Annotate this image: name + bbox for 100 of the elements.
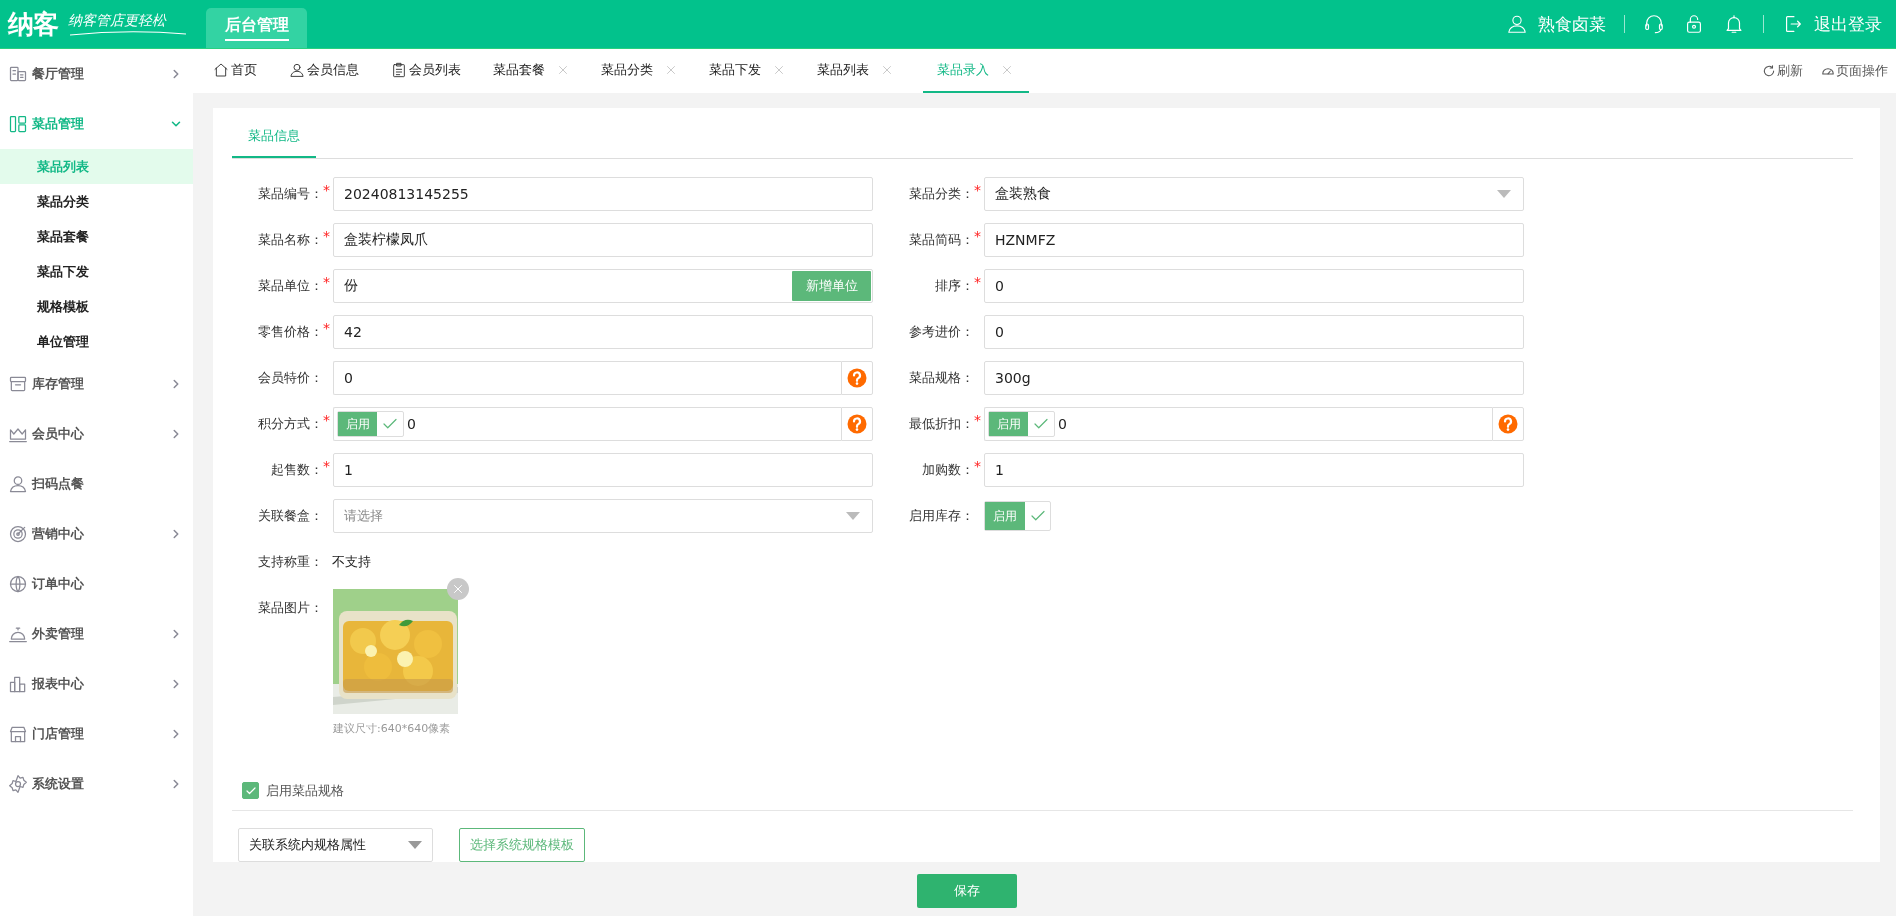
- help-button[interactable]: [1492, 407, 1524, 441]
- tab[interactable]: 菜品列表: [815, 49, 909, 93]
- help-icon: [847, 368, 867, 388]
- help-icon: [1498, 414, 1518, 434]
- person-icon: [8, 474, 28, 494]
- bar-chart-icon: [8, 674, 28, 694]
- refresh-icon: [1762, 64, 1776, 78]
- required-mark: *: [323, 458, 330, 474]
- input-field[interactable]: 0: [333, 361, 841, 395]
- input-field[interactable]: HZNMFZ: [984, 223, 1524, 257]
- tab[interactable]: 菜品下发: [707, 49, 801, 93]
- required-mark: *: [974, 458, 981, 474]
- user-icon: [289, 62, 305, 78]
- caret-down-icon: [408, 841, 422, 849]
- select-field[interactable]: 请选择: [333, 499, 873, 533]
- tab[interactable]: 会员列表: [389, 49, 477, 93]
- tab[interactable]: 菜品分类: [599, 49, 693, 93]
- gear-icon: [8, 774, 28, 794]
- clipboard-icon: [391, 62, 407, 78]
- field-label: 最低折扣：: [908, 415, 974, 433]
- sidebar-subitem[interactable]: 菜品分类: [0, 184, 193, 219]
- select-field[interactable]: 关联系统内规格属性: [238, 828, 433, 862]
- target-icon: [8, 524, 28, 544]
- field-label: 起售数：: [270, 461, 323, 479]
- sidebar-subitem[interactable]: 菜品套餐: [0, 219, 193, 254]
- caret-down-icon: [846, 512, 860, 520]
- required-mark: *: [974, 182, 981, 198]
- field-label: 菜品编号：: [257, 185, 323, 203]
- field-label: 菜品规格：: [908, 369, 974, 387]
- checkbox-label: 启用菜品规格: [266, 781, 344, 800]
- sidebar-item[interactable]: 营销中心: [0, 509, 193, 559]
- grid-icon: [8, 114, 28, 134]
- sidebar-item[interactable]: 门店管理: [0, 709, 193, 759]
- globe-icon: [8, 574, 28, 594]
- field-label: 菜品名称：: [257, 231, 323, 249]
- slogan: 纳客管店更轻松: [68, 12, 168, 30]
- help-icon: [847, 414, 867, 434]
- swoosh-icon: [68, 30, 188, 36]
- input-field[interactable]: 300g: [984, 361, 1524, 395]
- required-mark: *: [323, 228, 330, 244]
- sidebar-item[interactable]: 订单中心: [0, 559, 193, 609]
- field-label: 菜品简码：: [908, 231, 974, 249]
- sidebar-subitem[interactable]: 单位管理: [0, 324, 193, 359]
- sidebar-item[interactable]: 扫码点餐: [0, 459, 193, 509]
- tab[interactable]: 首页: [211, 49, 273, 93]
- input-field[interactable]: 0: [984, 315, 1524, 349]
- field-label: 会员特价：: [257, 369, 323, 387]
- field-label: 菜品图片：: [257, 599, 323, 617]
- field-label: 启用库存：: [908, 507, 974, 525]
- store-icon: [8, 724, 28, 744]
- field-label: 积分方式：: [257, 415, 323, 433]
- building-icon: [8, 64, 28, 84]
- required-mark: *: [323, 412, 330, 428]
- input-field[interactable]: 0: [984, 269, 1524, 303]
- logo: 纳客: [8, 7, 58, 41]
- select-field[interactable]: 盒装熟食: [984, 177, 1524, 211]
- tab[interactable]: 会员信息: [287, 49, 375, 93]
- required-mark: *: [974, 274, 981, 290]
- input-field[interactable]: 1: [333, 453, 873, 487]
- sidebar-item[interactable]: 会员中心: [0, 409, 193, 459]
- sidebar-item[interactable]: 系统设置: [0, 759, 193, 809]
- sidebar-item[interactable]: 外卖管理: [0, 609, 193, 659]
- caret-down-icon: [1497, 190, 1511, 198]
- input-field[interactable]: 1: [984, 453, 1524, 487]
- remove-image-button[interactable]: [447, 578, 469, 600]
- bell-icon[interactable]: [1723, 13, 1745, 35]
- input-field[interactable]: 42: [333, 315, 873, 349]
- size-hint: 建议尺寸:640*640像素: [333, 721, 452, 736]
- box-icon: [8, 374, 28, 394]
- sidebar-subitem[interactable]: 菜品下发: [0, 254, 193, 289]
- field-label: 菜品单位：: [257, 277, 323, 295]
- required-mark: *: [974, 228, 981, 244]
- field-label: 关联餐盒：: [257, 507, 323, 525]
- help-button[interactable]: [841, 407, 873, 441]
- input-field[interactable]: 盒装柠檬凤爪: [333, 223, 873, 257]
- field-label: 支持称重：: [257, 553, 323, 571]
- headset-icon[interactable]: [1643, 13, 1665, 35]
- field-value: 不支持: [332, 553, 371, 571]
- field-label: 排序：: [934, 277, 974, 295]
- sidebar-item[interactable]: 报表中心: [0, 659, 193, 709]
- sidebar-item[interactable]: 库存管理: [0, 359, 193, 409]
- tab-action-link[interactable]: 刷新: [1762, 62, 1803, 80]
- sidebar-item[interactable]: 餐厅管理: [0, 49, 193, 99]
- field-label: 菜品分类：: [908, 185, 974, 203]
- field-label: 零售价格：: [257, 323, 323, 341]
- required-mark: *: [974, 412, 981, 428]
- required-mark: *: [323, 182, 330, 198]
- sidebar-subitem[interactable]: 规格模板: [0, 289, 193, 324]
- tab[interactable]: 菜品套餐: [491, 49, 585, 93]
- checkbox[interactable]: [242, 782, 259, 799]
- user-name: 熟食卤菜: [1538, 12, 1606, 36]
- home-icon: [213, 62, 229, 78]
- required-mark: *: [323, 274, 330, 290]
- user-icon: [1506, 13, 1528, 35]
- tab-action-link[interactable]: 页面操作: [1821, 62, 1888, 80]
- input-field[interactable]: 20240813145255: [333, 177, 873, 211]
- help-button[interactable]: [841, 361, 873, 395]
- field-label: 参考进价：: [908, 323, 974, 341]
- required-mark: *: [323, 320, 330, 336]
- close-icon: [452, 583, 464, 595]
